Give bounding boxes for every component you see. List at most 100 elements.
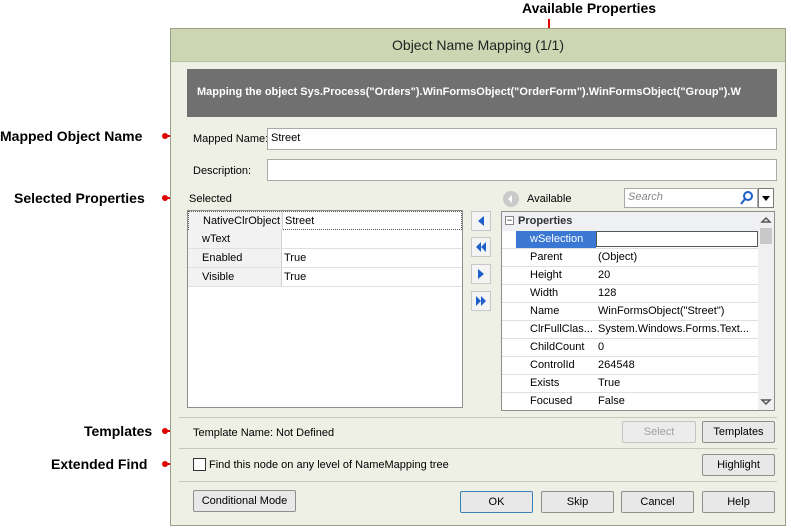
property-name-cell: Parent xyxy=(516,249,596,266)
search-input[interactable]: Search xyxy=(624,188,758,208)
row-value: Street xyxy=(285,215,315,227)
move-all-left-icon xyxy=(476,242,486,252)
scroll-up-icon[interactable] xyxy=(758,213,774,227)
property-name: wSelection xyxy=(530,233,584,245)
description-input[interactable] xyxy=(267,159,777,181)
property-value: 20 xyxy=(598,269,611,281)
move-right-button[interactable] xyxy=(471,264,491,284)
property-name: ClrFullClas... xyxy=(530,323,593,335)
dropdown-icon xyxy=(762,196,770,201)
highlight-button[interactable]: Highlight xyxy=(702,454,775,476)
properties-group-header[interactable]: − Properties xyxy=(502,212,758,231)
mapped-name-label: Mapped Name: xyxy=(193,133,269,145)
separator xyxy=(179,481,777,482)
move-left-icon xyxy=(478,216,484,226)
cancel-button[interactable]: Cancel xyxy=(621,491,694,513)
select-template-button[interactable]: Select xyxy=(622,421,696,443)
skip-button[interactable]: Skip xyxy=(541,491,614,513)
callout-mapped-object-name: Mapped Object Name xyxy=(0,128,143,144)
available-label: Available xyxy=(527,193,572,205)
property-row[interactable]: Parent (Object) xyxy=(502,249,758,267)
template-name-label: Template Name: xyxy=(193,427,274,439)
property-name: Exists xyxy=(530,377,560,389)
property-value: 264548 xyxy=(598,359,635,371)
mapping-banner: Mapping the object Sys.Process("Orders")… xyxy=(187,69,777,117)
dialog-title: Object Name Mapping (1/1) xyxy=(392,37,564,53)
move-right-icon xyxy=(478,269,484,279)
search-dropdown-button[interactable] xyxy=(758,188,774,208)
row-value: True xyxy=(284,252,307,264)
move-all-left-button[interactable] xyxy=(471,237,491,257)
templates-button[interactable]: Templates xyxy=(702,421,775,443)
move-all-right-button[interactable] xyxy=(471,291,491,311)
property-name: ControlId xyxy=(530,359,575,371)
conditional-mode-label: Conditional Mode xyxy=(201,495,288,507)
help-label: Help xyxy=(727,496,750,508)
property-name: ChildCount xyxy=(530,341,585,353)
ok-button[interactable]: OK xyxy=(460,491,533,513)
title-bar[interactable]: Object Name Mapping (1/1) xyxy=(171,29,785,62)
property-value: True xyxy=(598,377,621,389)
row-name: Visible xyxy=(202,271,235,283)
scrollbar-thumb[interactable] xyxy=(760,228,772,244)
row-name-cell: wText xyxy=(188,230,282,248)
table-row[interactable]: wText xyxy=(188,230,462,249)
conditional-mode-button[interactable]: Conditional Mode xyxy=(193,490,296,512)
property-row[interactable]: ChildCount 0 xyxy=(502,339,758,357)
row-value: True xyxy=(284,271,307,283)
property-row[interactable]: ControlId 264548 xyxy=(502,357,758,375)
property-value-editor[interactable] xyxy=(596,231,758,247)
help-button[interactable]: Help xyxy=(702,491,775,513)
mapping-banner-text: Mapping the object Sys.Process("Orders")… xyxy=(197,86,741,98)
property-value: 128 xyxy=(598,287,617,299)
property-name-cell: ControlId xyxy=(516,357,596,374)
property-name: Parent xyxy=(530,251,563,263)
search-icon xyxy=(740,191,753,205)
property-name-cell: ClrFullClas... xyxy=(516,321,596,338)
property-row[interactable]: Name WinFormsObject("Street") xyxy=(502,303,758,321)
ok-label: OK xyxy=(488,496,505,508)
property-value: WinFormsObject("Street") xyxy=(598,305,725,317)
property-value: System.Windows.Forms.Text... xyxy=(598,323,749,335)
callout-extended-find: Extended Find xyxy=(51,456,148,472)
available-properties-grid[interactable]: − Properties wSelection Parent (Object) Hei… xyxy=(501,211,775,411)
property-name-cell: Name xyxy=(516,303,596,320)
property-name-cell: Height xyxy=(516,267,596,284)
extended-find-checkbox[interactable] xyxy=(193,458,206,471)
separator xyxy=(179,417,777,418)
extended-find-label[interactable]: Find this node on any level of NameMappi… xyxy=(209,459,449,471)
move-left-button[interactable] xyxy=(471,211,491,231)
scroll-down-icon[interactable] xyxy=(758,395,774,409)
collapse-icon[interactable]: − xyxy=(505,216,514,225)
back-icon xyxy=(508,195,512,203)
property-name: Focused xyxy=(530,395,573,407)
cancel-label: Cancel xyxy=(640,496,675,508)
property-row[interactable]: Width 128 xyxy=(502,285,758,303)
selected-properties-grid[interactable]: NativeClrObject Street wText Enabled True Vis… xyxy=(187,210,463,408)
property-row[interactable]: wSelection xyxy=(502,231,758,249)
row-name-cell: Visible xyxy=(188,268,282,286)
table-row[interactable]: Enabled True xyxy=(188,249,462,268)
property-name-cell: Focused xyxy=(516,393,596,410)
property-name-cell: Exists xyxy=(516,375,596,392)
property-name-cell: Width xyxy=(516,285,596,302)
row-name: wText xyxy=(202,233,231,245)
callout-available-properties: Available Properties xyxy=(522,0,657,16)
property-value: 0 xyxy=(598,341,605,353)
scrollbar[interactable] xyxy=(758,212,774,410)
row-name-cell: Enabled xyxy=(188,249,282,267)
callout-selected-properties: Selected Properties xyxy=(14,190,145,206)
row-name-cell: NativeClrObject xyxy=(189,212,283,230)
skip-label: Skip xyxy=(566,496,589,508)
property-row[interactable]: ClrFullClas... System.Windows.Forms.Text.… xyxy=(502,321,758,339)
property-row[interactable]: Focused False xyxy=(502,393,758,410)
mapped-name-input[interactable]: Street xyxy=(267,128,777,150)
property-value: (Object) xyxy=(598,251,638,263)
table-row[interactable]: NativeClrObject Street xyxy=(188,211,462,230)
property-row[interactable]: Exists True xyxy=(502,375,758,393)
property-row[interactable]: Height 20 xyxy=(502,267,758,285)
separator xyxy=(179,448,777,449)
property-name: Height xyxy=(530,269,562,281)
back-button[interactable] xyxy=(503,191,519,207)
table-row[interactable]: Visible True xyxy=(188,268,462,287)
